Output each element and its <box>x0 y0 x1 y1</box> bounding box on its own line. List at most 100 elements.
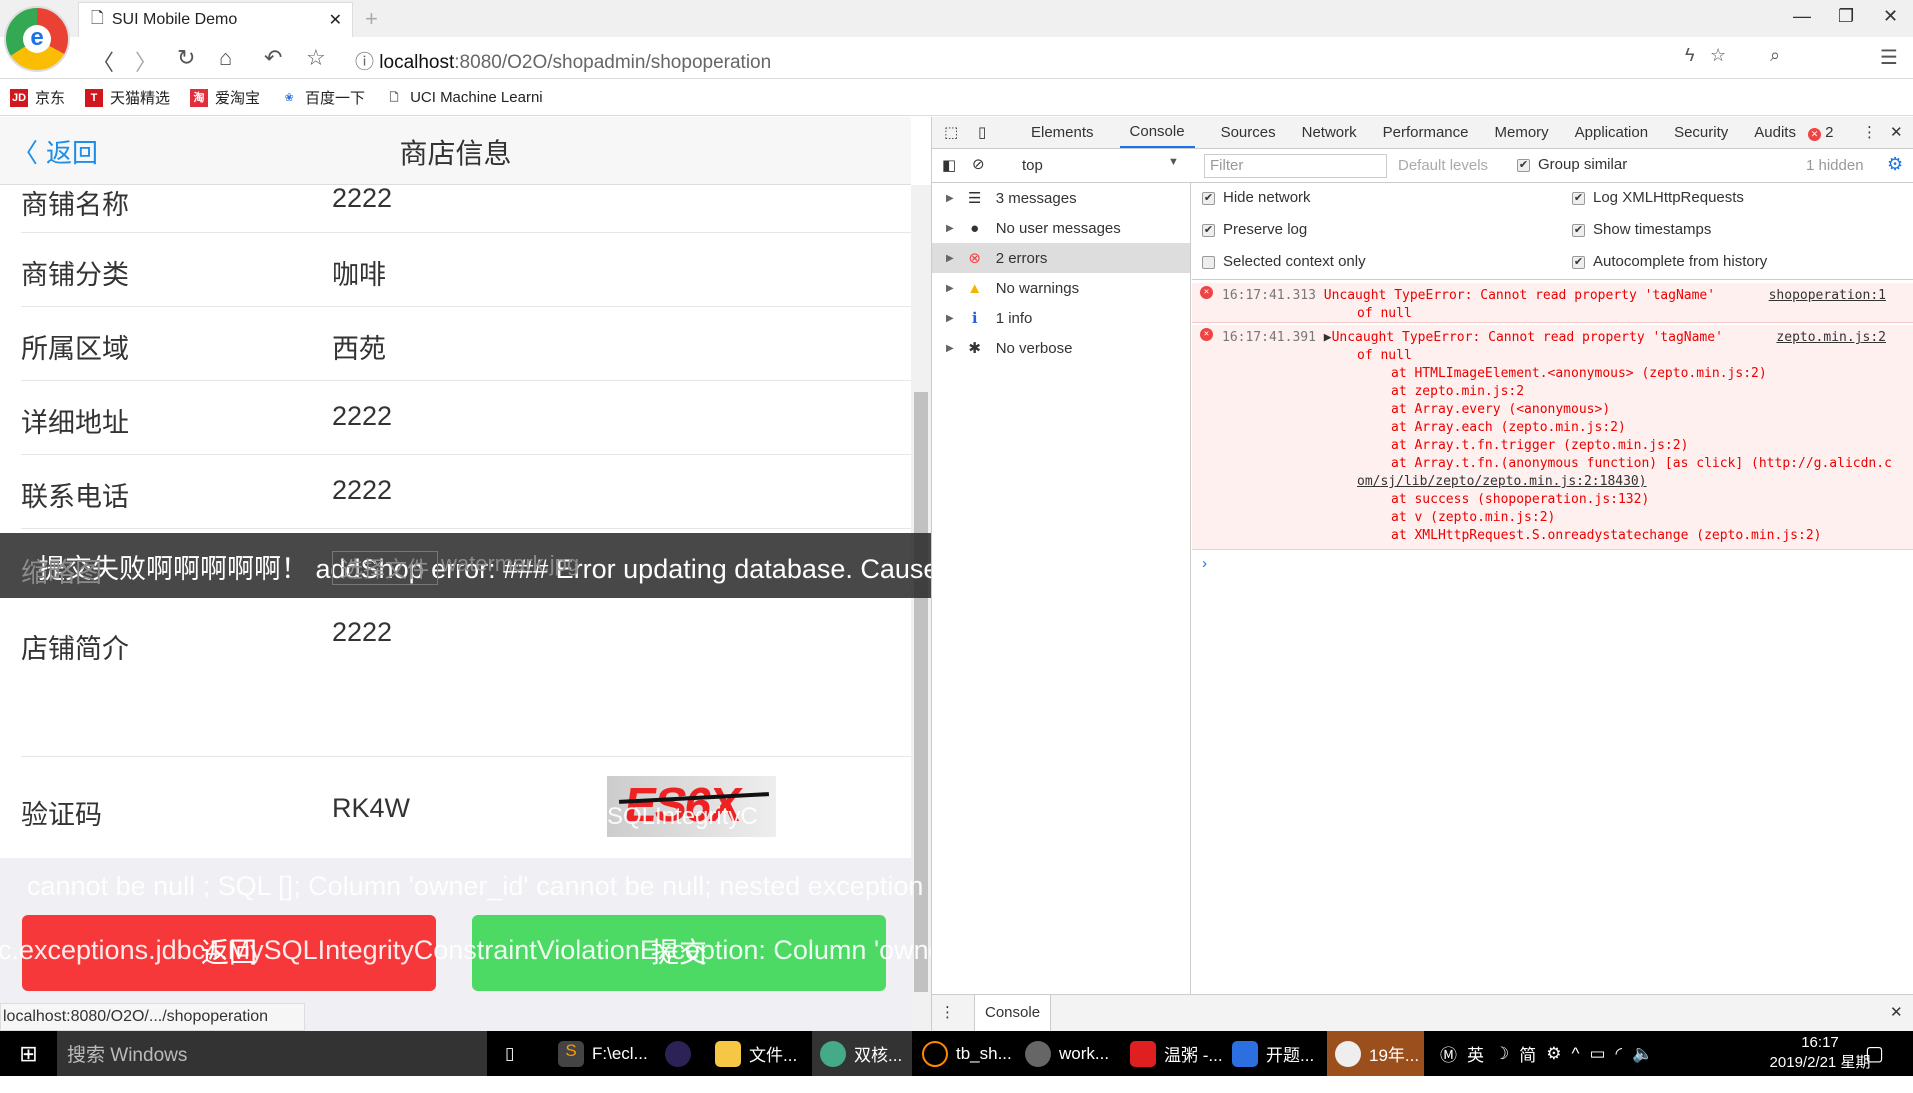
restore-button[interactable]: ❐ <box>1838 6 1854 27</box>
url-field[interactable]: ⓘ localhost:8080/O2O/shopadmin/shopopera… <box>355 47 771 74</box>
form-row-captcha[interactable]: 验证码 RK4W <box>21 757 911 858</box>
taskbar-app-pdf[interactable]: 19年... <box>1327 1031 1424 1076</box>
row-value[interactable]: 2222 <box>332 475 392 506</box>
forward-nav-icon[interactable]: 〉 <box>135 45 157 77</box>
volume-icon[interactable]: 🔈 <box>1632 1044 1653 1064</box>
preserve-log-checkbox[interactable]: ✔ Preserve log <box>1202 221 1307 238</box>
close-tab-icon[interactable]: ✕ <box>329 10 342 30</box>
system-tray[interactable]: Ⓜ 英 ☽ 简 ⚙ ^ ▭ ◜ 🔈 <box>1440 1031 1653 1076</box>
sidebar-item-verbose[interactable]: ▶ ✱ No verbose <box>932 333 1190 363</box>
new-tab-button[interactable]: + <box>365 6 378 32</box>
sidebar-item-user-messages[interactable]: ▶ ● No user messages <box>932 213 1190 243</box>
bookmark-jd[interactable]: JD 京东 <box>10 87 65 108</box>
search-icon[interactable]: ⌕ <box>1770 45 1780 66</box>
menu-icon[interactable]: ☰ <box>1880 45 1898 70</box>
settings-gear-icon[interactable]: ⚙ <box>1887 154 1903 175</box>
stack-frame[interactable]: om/sj/lib/zepto/zepto.min.js:2:18430) <box>1222 473 1913 491</box>
sidebar-item-warnings[interactable]: ▶ ▲ No warnings <box>932 273 1190 303</box>
minimize-button[interactable]: — <box>1793 6 1811 27</box>
sidebar-item-messages[interactable]: ▶ ☰ 3 messages <box>932 183 1190 213</box>
taskbar-app-browser[interactable]: 双核... <box>812 1031 912 1076</box>
start-button[interactable]: ⊞ <box>0 1031 57 1076</box>
scrollbar-thumb[interactable] <box>914 392 928 992</box>
form-row-address[interactable]: 详细地址 2222 <box>21 381 911 455</box>
sidebar-item-errors[interactable]: ▶ ⊗ 2 errors <box>932 243 1190 273</box>
tab-security[interactable]: Security <box>1674 124 1728 141</box>
back-nav-icon[interactable]: 〈 <box>92 45 114 77</box>
star-icon[interactable]: ☆ <box>306 45 326 71</box>
stack-frame[interactable]: at XMLHttpRequest.S.onreadystatechange (… <box>1222 527 1913 545</box>
sidebar-item-info[interactable]: ▶ ℹ 1 info <box>932 303 1190 333</box>
tab-network[interactable]: Network <box>1302 124 1357 141</box>
form-row-category[interactable]: 商铺分类 咖啡 <box>21 233 911 307</box>
home-icon[interactable]: ⌂ <box>219 45 232 71</box>
bookmark-aitaobao[interactable]: 淘爱淘宝 <box>190 87 260 108</box>
ime-lang[interactable]: 英 <box>1467 1041 1484 1066</box>
close-window-button[interactable]: ✕ <box>1883 6 1898 27</box>
stack-frame[interactable]: at HTMLImageElement.<anonymous> (zepto.m… <box>1222 365 1913 383</box>
inspect-icon[interactable]: ⬚ <box>944 123 958 141</box>
close-drawer-icon[interactable]: ✕ <box>1890 1003 1903 1021</box>
console-error-2[interactable]: ✕ 16:17:41.391 ▶Uncaught TypeError: Cann… <box>1192 325 1913 550</box>
autocomplete-checkbox[interactable]: ✔ Autocomplete from history <box>1572 253 1767 270</box>
description-textarea[interactable]: 2222 <box>332 617 392 648</box>
undo-icon[interactable]: ↶ <box>264 45 282 71</box>
tab-elements[interactable]: Elements <box>1031 124 1094 141</box>
taskbar-search[interactable]: 搜索 Windows <box>57 1031 487 1076</box>
form-row-area[interactable]: 所属区域 西苑 <box>21 307 911 381</box>
console-error-1[interactable]: ✕ 16:17:41.313 Uncaught TypeError: Canno… <box>1192 283 1913 323</box>
levels-dropdown[interactable]: Default levels <box>1398 157 1488 174</box>
captcha-input[interactable]: RK4W <box>332 793 410 824</box>
lightning-icon[interactable]: ϟ <box>1685 45 1695 66</box>
row-value[interactable]: 2222 <box>332 401 392 432</box>
form-row-thumbnail[interactable]: 缩略图 选择文件 watermark.jpg <box>21 529 911 605</box>
bookmark-baidu[interactable]: ❀ 百度一下 <box>280 87 365 108</box>
device-toggle-icon[interactable]: ▯ <box>978 123 986 141</box>
tab-audits[interactable]: Audits <box>1754 124 1796 141</box>
taskbar-app-sublime[interactable]: S F:\ecl... <box>558 1031 648 1076</box>
chevron-up-icon[interactable]: ^ <box>1572 1044 1580 1064</box>
tab-performance[interactable]: Performance <box>1383 124 1469 141</box>
form-row-shop-name[interactable]: 商铺名称 2222 <box>21 183 911 233</box>
expand-triangle-icon[interactable]: ▶ <box>1324 330 1332 345</box>
stack-frame[interactable]: at v (zepto.min.js:2) <box>1222 509 1913 527</box>
hide-network-checkbox[interactable]: ✔ Hide network <box>1202 189 1311 206</box>
filter-input[interactable]: Filter <box>1204 154 1387 178</box>
tab-application[interactable]: Application <box>1575 124 1648 141</box>
tab-console[interactable]: Console <box>1119 117 1195 148</box>
taskbar-app-work[interactable]: work... <box>1025 1031 1109 1076</box>
reload-icon[interactable]: ↻ <box>177 45 195 71</box>
selected-context-checkbox[interactable]: Selected context only <box>1202 253 1366 270</box>
bookmark-tmall[interactable]: T 天猫精选 <box>85 87 170 108</box>
context-select[interactable]: top <box>1022 157 1043 174</box>
close-devtools-icon[interactable]: ✕ <box>1890 123 1903 141</box>
stack-frame[interactable]: at Array.each (zepto.min.js:2) <box>1222 419 1913 437</box>
notification-icon[interactable]: ▢ <box>1865 1031 1884 1076</box>
tab-memory[interactable]: Memory <box>1495 124 1549 141</box>
form-row-description[interactable]: 店铺简介 2222 <box>21 605 911 757</box>
bookmark-uci[interactable]: 🗋 UCI Machine Learni <box>385 89 543 107</box>
tab-sources[interactable]: Sources <box>1221 124 1276 141</box>
form-row-phone[interactable]: 联系电话 2222 <box>21 455 911 529</box>
more-icon[interactable]: ⋮ <box>1862 123 1877 141</box>
taskbar-app-explorer[interactable]: 文件... <box>715 1031 797 1076</box>
choose-file-button[interactable]: 选择文件 <box>332 551 439 585</box>
stack-frame[interactable]: at Array.every (<anonymous>) <box>1222 401 1913 419</box>
stack-frame[interactable]: at success (shopoperation.js:132) <box>1222 491 1913 509</box>
row-value[interactable]: 咖啡 <box>332 253 386 292</box>
log-xhr-checkbox[interactable]: ✔ Log XMLHttpRequests <box>1572 189 1744 206</box>
stack-frame[interactable]: at zepto.min.js:2 <box>1222 383 1913 401</box>
ime-mode[interactable]: 简 <box>1519 1041 1536 1066</box>
drawer-menu-icon[interactable]: ⋮ <box>940 1003 955 1021</box>
sidebar-toggle-icon[interactable]: ◧ <box>942 156 956 174</box>
taskbar-app-tb[interactable]: tb_sh... <box>922 1031 1012 1076</box>
source-link[interactable]: zepto.min.js:2 <box>1776 329 1886 347</box>
row-value[interactable]: 2222 <box>332 183 392 214</box>
favorite-icon[interactable]: ☆ <box>1710 45 1726 66</box>
taskbar-app-word[interactable]: 开题... <box>1232 1031 1314 1076</box>
clock[interactable]: 16:17 2019/2/21 星期四 <box>1765 1034 1875 1093</box>
task-view-icon[interactable]: ▯ <box>505 1031 514 1076</box>
clear-console-icon[interactable]: ⊘ <box>972 155 985 173</box>
error-count-badge[interactable]: ✕ 2 <box>1808 124 1834 141</box>
source-link[interactable]: shopoperation:1 <box>1769 287 1886 305</box>
